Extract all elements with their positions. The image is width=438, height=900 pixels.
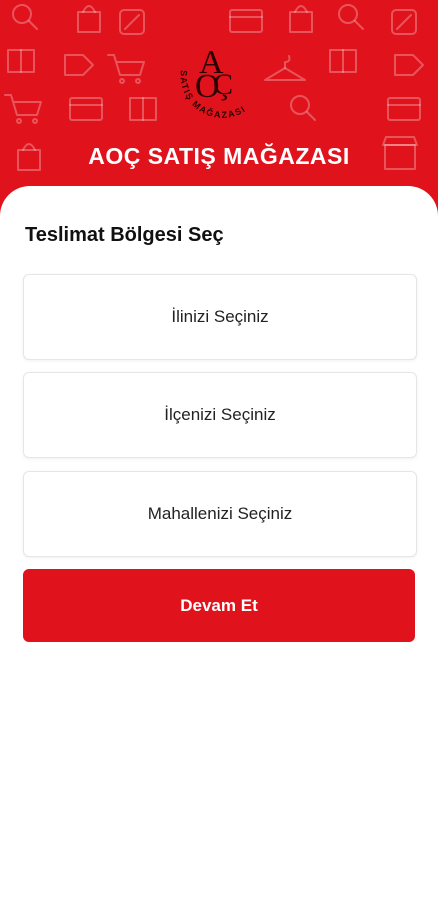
continue-button[interactable]: Devam Et	[23, 569, 415, 642]
logo-letter-c-cedilla: Ç	[213, 68, 234, 101]
gift-icon	[129, 97, 157, 121]
search-icon	[12, 4, 38, 30]
hanger-icon	[264, 55, 306, 81]
price-tag-icon	[394, 54, 424, 76]
shopping-bag-icon	[77, 5, 101, 33]
page-title: Teslimat Bölgesi Seç	[25, 224, 224, 246]
shopping-bag-icon	[289, 5, 313, 33]
brand-logo: SATIŞ MAĞAZASI A O Ç	[169, 40, 269, 130]
shopping-cart-icon	[4, 94, 42, 124]
district-select[interactable]: İlçenizi Seçiniz	[23, 372, 417, 458]
credit-card-icon	[229, 9, 263, 33]
province-select[interactable]: İlinizi Seçiniz	[23, 274, 417, 360]
gift-icon	[7, 49, 35, 73]
shopping-cart-icon	[107, 54, 145, 84]
neighborhood-select-label: Mahallenizi Seçiniz	[147, 504, 293, 523]
neighborhood-select[interactable]: Mahallenizi Seçiniz	[23, 471, 417, 557]
province-select-label: İlinizi Seçiniz	[171, 307, 269, 326]
credit-card-icon	[387, 97, 421, 121]
search-icon	[290, 95, 316, 121]
percent-tag-icon	[119, 9, 145, 35]
credit-card-icon	[69, 97, 103, 121]
continue-button-label: Devam Et	[180, 595, 258, 615]
price-tag-icon	[64, 54, 94, 76]
brand-title: AOÇ SATIŞ MAĞAZASI	[88, 143, 350, 169]
percent-tag-icon	[391, 9, 417, 35]
gift-icon	[329, 49, 357, 73]
district-select-label: İlçenizi Seçiniz	[164, 405, 276, 424]
search-icon	[338, 4, 364, 30]
